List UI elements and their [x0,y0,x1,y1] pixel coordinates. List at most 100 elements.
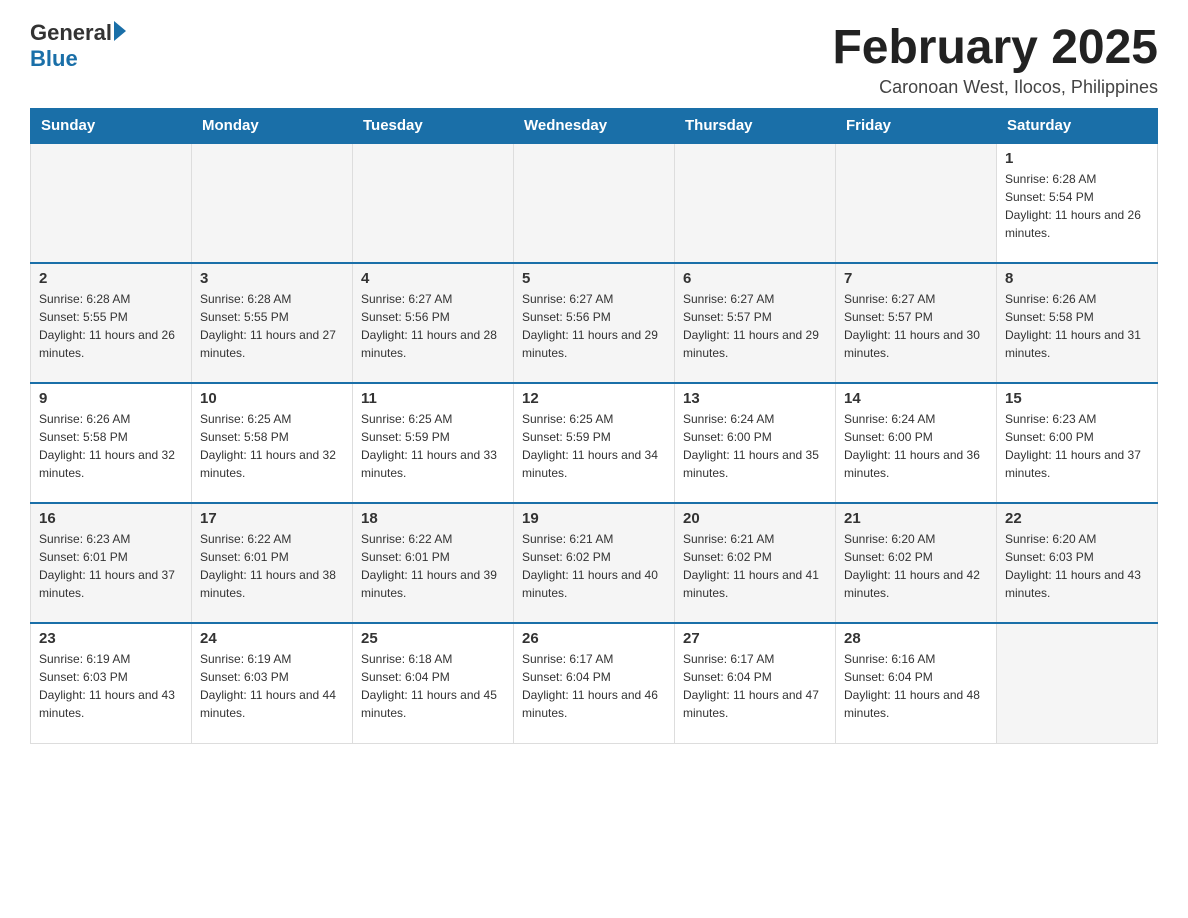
day-number: 27 [683,630,827,647]
day-info: Sunrise: 6:27 AMSunset: 5:57 PMDaylight:… [683,290,827,362]
day-number: 12 [522,390,666,407]
calendar-body: 1Sunrise: 6:28 AMSunset: 5:54 PMDaylight… [31,143,1158,743]
day-number: 3 [200,270,344,287]
day-info: Sunrise: 6:20 AMSunset: 6:03 PMDaylight:… [1005,530,1149,602]
weekday-header-sunday: Sunday [31,109,192,144]
day-number: 20 [683,510,827,527]
day-info: Sunrise: 6:25 AMSunset: 5:59 PMDaylight:… [522,410,666,482]
calendar-week-row: 9 Sunrise: 6:26 AMSunset: 5:58 PMDaylight… [31,383,1158,503]
calendar-cell [675,143,836,263]
day-info: Sunrise: 6:20 AMSunset: 6:02 PMDaylight:… [844,530,988,602]
day-info: Sunrise: 6:24 AMSunset: 6:00 PMDaylight:… [683,410,827,482]
day-info: Sunrise: 6:22 AMSunset: 6:01 PMDaylight:… [200,530,344,602]
calendar-cell: 6Sunrise: 6:27 AMSunset: 5:57 PMDaylight… [675,263,836,383]
calendar-cell: 10Sunrise: 6:25 AMSunset: 5:58 PMDayligh… [192,383,353,503]
calendar-cell: 13 Sunrise: 6:24 AMSunset: 6:00 PMDayligh… [675,383,836,503]
day-number: 8 [1005,270,1149,287]
calendar-cell: 4 Sunrise: 6:27 AMSunset: 5:56 PMDaylight… [353,263,514,383]
day-info: Sunrise: 6:19 AMSunset: 6:03 PMDaylight:… [39,650,183,722]
logo-blue-text: Blue [30,46,126,72]
calendar-cell: 1Sunrise: 6:28 AMSunset: 5:54 PMDaylight… [997,143,1158,263]
calendar-cell: 8Sunrise: 6:26 AMSunset: 5:58 PMDaylight… [997,263,1158,383]
calendar-cell: 24Sunrise: 6:19 AMSunset: 6:03 PMDayligh… [192,623,353,743]
calendar-cell: 15 Sunrise: 6:23 AMSunset: 6:00 PMDayligh… [997,383,1158,503]
calendar-cell: 27Sunrise: 6:17 AMSunset: 6:04 PMDayligh… [675,623,836,743]
calendar-cell [353,143,514,263]
calendar-cell: 7 Sunrise: 6:27 AMSunset: 5:57 PMDaylight… [836,263,997,383]
calendar-cell [514,143,675,263]
day-number: 21 [844,510,988,527]
calendar-cell: 16 Sunrise: 6:23 AMSunset: 6:01 PMDayligh… [31,503,192,623]
day-info: Sunrise: 6:27 AMSunset: 5:57 PMDaylight:… [844,290,988,362]
page-title: February 2025 [832,20,1158,75]
calendar-week-row: 16 Sunrise: 6:23 AMSunset: 6:01 PMDayligh… [31,503,1158,623]
weekday-header-monday: Monday [192,109,353,144]
day-number: 23 [39,630,183,647]
day-info: Sunrise: 6:23 AMSunset: 6:01 PMDaylight:… [39,530,183,602]
page-header: General Blue February 2025 Caronoan West… [30,20,1158,98]
calendar-cell [192,143,353,263]
day-info: Sunrise: 6:24 AMSunset: 6:00 PMDaylight:… [844,410,988,482]
day-number: 14 [844,390,988,407]
calendar-cell: 21 Sunrise: 6:20 AMSunset: 6:02 PMDayligh… [836,503,997,623]
day-number: 11 [361,390,505,407]
day-number: 13 [683,390,827,407]
weekday-header-tuesday: Tuesday [353,109,514,144]
day-number: 26 [522,630,666,647]
calendar-cell: 22 Sunrise: 6:20 AMSunset: 6:03 PMDayligh… [997,503,1158,623]
day-number: 4 [361,270,505,287]
page-subtitle: Caronoan West, Ilocos, Philippines [832,77,1158,98]
day-number: 5 [522,270,666,287]
day-number: 15 [1005,390,1149,407]
logo-arrow-icon [114,21,126,41]
day-info: Sunrise: 6:28 AMSunset: 5:55 PMDaylight:… [200,290,344,362]
calendar-cell: 5 Sunrise: 6:27 AMSunset: 5:56 PMDaylight… [514,263,675,383]
day-number: 18 [361,510,505,527]
calendar-cell: 23 Sunrise: 6:19 AMSunset: 6:03 PMDayligh… [31,623,192,743]
day-number: 7 [844,270,988,287]
calendar-week-row: 1Sunrise: 6:28 AMSunset: 5:54 PMDaylight… [31,143,1158,263]
day-number: 28 [844,630,988,647]
day-info: Sunrise: 6:16 AMSunset: 6:04 PMDaylight:… [844,650,988,722]
day-info: Sunrise: 6:19 AMSunset: 6:03 PMDaylight:… [200,650,344,722]
day-number: 2 [39,270,183,287]
day-info: Sunrise: 6:28 AMSunset: 5:55 PMDaylight:… [39,290,183,362]
calendar-cell: 2 Sunrise: 6:28 AMSunset: 5:55 PMDaylight… [31,263,192,383]
logo-general-text: General [30,20,112,46]
weekday-header-saturday: Saturday [997,109,1158,144]
calendar-cell [31,143,192,263]
calendar-cell: 19Sunrise: 6:21 AMSunset: 6:02 PMDayligh… [514,503,675,623]
calendar-cell: 28 Sunrise: 6:16 AMSunset: 6:04 PMDayligh… [836,623,997,743]
day-number: 9 [39,390,183,407]
day-number: 17 [200,510,344,527]
weekday-header-row: SundayMondayTuesdayWednesdayThursdayFrid… [31,109,1158,144]
day-number: 22 [1005,510,1149,527]
title-block: February 2025 Caronoan West, Ilocos, Phi… [832,20,1158,98]
day-info: Sunrise: 6:27 AMSunset: 5:56 PMDaylight:… [522,290,666,362]
weekday-header-friday: Friday [836,109,997,144]
day-info: Sunrise: 6:23 AMSunset: 6:00 PMDaylight:… [1005,410,1149,482]
weekday-header-wednesday: Wednesday [514,109,675,144]
calendar-cell: 17 Sunrise: 6:22 AMSunset: 6:01 PMDayligh… [192,503,353,623]
calendar-table: SundayMondayTuesdayWednesdayThursdayFrid… [30,108,1158,744]
calendar-week-row: 2 Sunrise: 6:28 AMSunset: 5:55 PMDaylight… [31,263,1158,383]
day-number: 16 [39,510,183,527]
calendar-cell: 14 Sunrise: 6:24 AMSunset: 6:00 PMDayligh… [836,383,997,503]
calendar-cell [836,143,997,263]
calendar-week-row: 23 Sunrise: 6:19 AMSunset: 6:03 PMDayligh… [31,623,1158,743]
day-info: Sunrise: 6:28 AMSunset: 5:54 PMDaylight:… [1005,170,1149,242]
day-info: Sunrise: 6:26 AMSunset: 5:58 PMDaylight:… [39,410,183,482]
day-info: Sunrise: 6:27 AMSunset: 5:56 PMDaylight:… [361,290,505,362]
calendar-cell: 9 Sunrise: 6:26 AMSunset: 5:58 PMDaylight… [31,383,192,503]
logo: General Blue [30,20,126,72]
day-info: Sunrise: 6:18 AMSunset: 6:04 PMDaylight:… [361,650,505,722]
weekday-header-thursday: Thursday [675,109,836,144]
day-number: 25 [361,630,505,647]
calendar-cell: 25 Sunrise: 6:18 AMSunset: 6:04 PMDayligh… [353,623,514,743]
day-info: Sunrise: 6:21 AMSunset: 6:02 PMDaylight:… [522,530,666,602]
calendar-header: SundayMondayTuesdayWednesdayThursdayFrid… [31,109,1158,144]
day-info: Sunrise: 6:22 AMSunset: 6:01 PMDaylight:… [361,530,505,602]
calendar-cell: 18 Sunrise: 6:22 AMSunset: 6:01 PMDayligh… [353,503,514,623]
day-info: Sunrise: 6:21 AMSunset: 6:02 PMDaylight:… [683,530,827,602]
day-info: Sunrise: 6:25 AMSunset: 5:58 PMDaylight:… [200,410,344,482]
